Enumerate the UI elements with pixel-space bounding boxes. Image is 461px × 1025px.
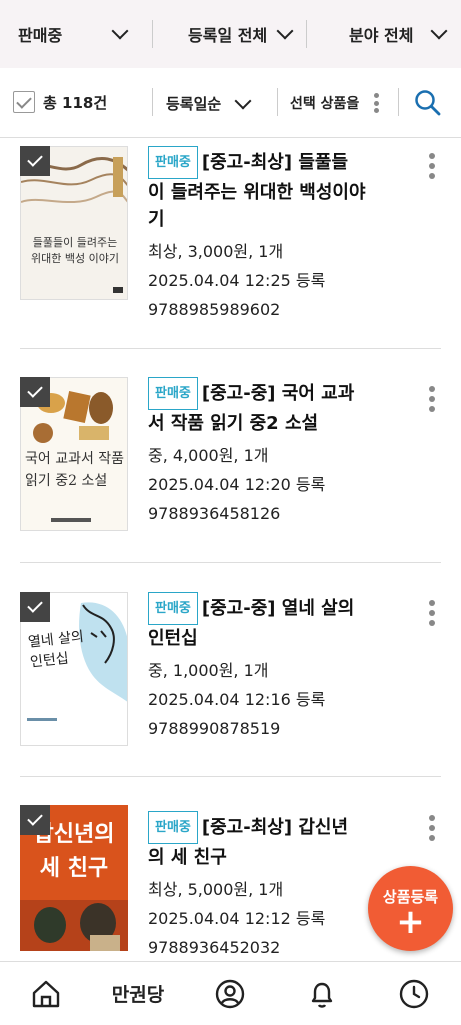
status-badge: 판매중 <box>148 146 198 179</box>
item-checkbox[interactable] <box>20 377 50 407</box>
item-price: 중, 1,000원, 1개 <box>148 661 269 680</box>
add-product-button[interactable]: 상품등록 + <box>368 866 453 951</box>
status-badge: 판매중 <box>148 377 198 410</box>
divider <box>20 348 441 349</box>
select-all-checkbox[interactable] <box>13 91 35 113</box>
sort-dropdown[interactable]: 등록일순 <box>166 92 252 114</box>
category-filter-label: 분야 전체 <box>349 26 414 45</box>
more-vertical-icon[interactable] <box>429 600 435 626</box>
item-info[interactable]: 판매중 [중고-최상] 들풀들 이 들려주는 위대한 백성이야 기 최상, 3,0… <box>148 146 388 324</box>
search-icon[interactable] <box>414 89 442 117</box>
filter-bar: 판매중 등록일 전체 분야 전체 <box>0 0 461 69</box>
divider <box>152 20 153 48</box>
checkbox-icon <box>27 810 43 826</box>
item-date: 2025.04.04 12:25 등록 <box>148 271 326 290</box>
item-info[interactable]: 판매중 [중고-중] 국어 교과 서 작품 읽기 중2 소설 중, 4,000원,… <box>148 377 388 528</box>
chevron-down-icon <box>276 22 294 40</box>
chevron-down-icon <box>430 22 448 40</box>
item-date: 2025.04.04 12:20 등록 <box>148 475 326 494</box>
item-title[interactable]: 판매중 [중고-중] 열네 살의 인턴십 <box>148 592 388 652</box>
divider <box>152 88 153 116</box>
bottom-nav: 만권당 <box>0 961 461 1025</box>
nav-store[interactable]: 만권당 <box>96 962 180 1025</box>
item-price: 최상, 3,000원, 1개 <box>148 242 284 261</box>
item-checkbox[interactable] <box>20 592 50 622</box>
item-isbn: 9788985989602 <box>148 300 281 319</box>
cover-title: 열네 살의 인턴십 <box>27 628 85 671</box>
item-title[interactable]: 판매중 [중고-중] 국어 교과 서 작품 읽기 중2 소설 <box>148 377 388 437</box>
nav-home[interactable] <box>18 962 74 1025</box>
selected-action-more-icon[interactable] <box>374 93 379 113</box>
profile-icon <box>215 979 245 1008</box>
item-isbn: 9788936458126 <box>148 504 281 523</box>
status-badge: 판매중 <box>148 592 198 625</box>
more-vertical-icon[interactable] <box>429 815 435 841</box>
item-isbn: 9788936452032 <box>148 938 281 957</box>
cover-title: 국어 교과서 작품 읽기 중2 소설 <box>25 451 125 489</box>
date-filter[interactable]: 등록일 전체 <box>188 0 294 68</box>
status-filter[interactable]: 판매중 <box>18 0 129 68</box>
item-checkbox[interactable] <box>20 146 50 176</box>
item-info[interactable]: 판매중 [중고-중] 열네 살의 인턴십 중, 1,000원, 1개 2025.0… <box>148 592 388 743</box>
chevron-down-icon <box>111 22 129 40</box>
divider <box>306 20 307 48</box>
item-date: 2025.04.04 12:16 등록 <box>148 690 326 709</box>
total-count: 총 118건 <box>43 94 108 112</box>
item-price: 최상, 5,000원, 1개 <box>148 880 284 899</box>
item-date: 2025.04.04 12:12 등록 <box>148 909 326 928</box>
date-filter-label: 등록일 전체 <box>188 26 268 45</box>
chevron-down-icon <box>234 92 252 109</box>
divider <box>20 562 441 563</box>
more-vertical-icon[interactable] <box>429 386 435 412</box>
home-icon <box>32 980 60 1007</box>
cover-title: 들풀들이 들려주는 위대한 백성 이야기 <box>31 236 119 265</box>
item-title[interactable]: 판매중 [중고-최상] 들풀들 이 들려주는 위대한 백성이야 기 <box>148 146 388 233</box>
divider <box>277 88 278 116</box>
checkbox-icon <box>27 151 43 167</box>
nav-history[interactable] <box>386 962 442 1025</box>
divider <box>398 88 399 116</box>
status-badge: 판매중 <box>148 811 198 844</box>
checkbox-icon <box>27 597 43 613</box>
divider <box>20 776 441 777</box>
nav-profile[interactable] <box>202 962 258 1025</box>
selected-action-label[interactable]: 선택 상품을 <box>290 93 359 113</box>
sort-label: 등록일순 <box>166 95 222 113</box>
plus-icon: + <box>396 902 425 942</box>
checkbox-icon <box>27 382 43 398</box>
clock-icon <box>399 979 429 1008</box>
more-vertical-icon[interactable] <box>429 153 435 179</box>
bell-icon <box>311 982 333 1008</box>
checkbox-icon <box>16 92 32 109</box>
category-filter[interactable]: 분야 전체 <box>349 0 448 68</box>
item-price: 중, 4,000원, 1개 <box>148 446 269 465</box>
item-checkbox[interactable] <box>20 805 50 835</box>
item-title[interactable]: 판매중 [중고-최상] 갑신년 의 세 친구 <box>148 811 388 871</box>
item-info[interactable]: 판매중 [중고-최상] 갑신년 의 세 친구 최상, 5,000원, 1개 202… <box>148 811 388 962</box>
status-filter-label: 판매중 <box>18 26 63 45</box>
item-isbn: 9788990878519 <box>148 719 281 738</box>
nav-notifications[interactable] <box>294 962 350 1025</box>
